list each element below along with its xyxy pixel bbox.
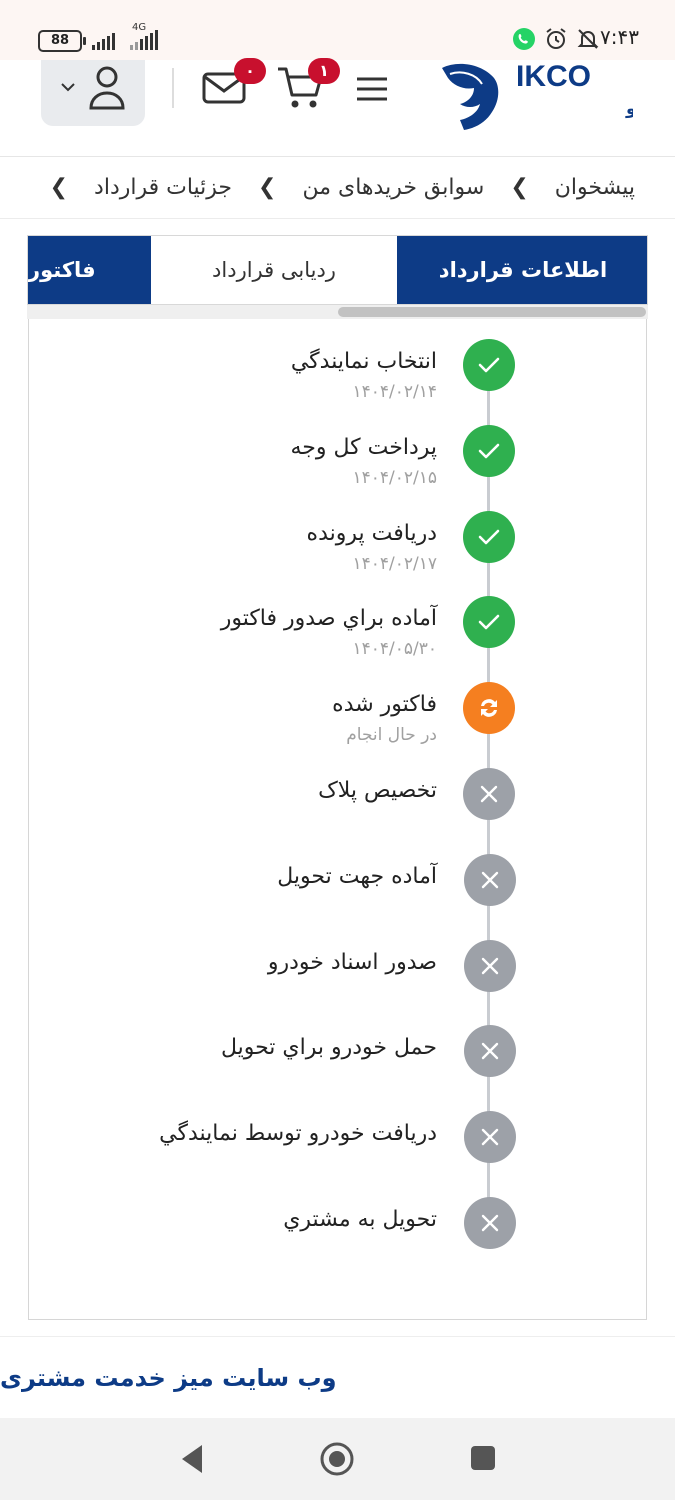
timeline-step-title: فاکتور شده <box>332 692 437 718</box>
timeline-step-title: تخصيص پلاک <box>318 778 437 803</box>
chevron-left-icon: ❯ <box>258 175 277 200</box>
timeline-step-title: تحويل به مشتري <box>283 1207 437 1232</box>
timeline-step-title: انتخاب نمايندگي <box>290 349 437 374</box>
user-icon <box>89 66 125 110</box>
timeline-step-date: ۱۴۰۴/۰۲/۱۵ <box>352 467 437 488</box>
home-nav-icon[interactable] <box>319 1441 355 1477</box>
timeline-step-title: آماده جهت تحويل <box>277 863 437 889</box>
timeline-step-date: ۱۴۰۴/۰۲/۱۷ <box>352 553 437 574</box>
customer-service-website-link[interactable]: وب سایت میز خدمت مشتری <box>0 1336 675 1418</box>
check-icon <box>463 510 515 563</box>
tabs-scrollbar[interactable] <box>27 305 648 319</box>
cart-button[interactable]: ۱ <box>276 58 340 114</box>
cart-badge: ۱ <box>308 58 340 84</box>
timeline-step: صدور اسناد خودرو <box>29 939 648 1000</box>
breadcrumb-item-contract-details[interactable]: جزئیات قرارداد <box>94 175 232 200</box>
close-icon <box>464 1111 516 1164</box>
close-icon <box>464 1197 516 1249</box>
timeline-step-title: دريافت پرونده <box>306 520 437 546</box>
chevron-down-icon <box>61 83 75 92</box>
breadcrumb: پیشخوان ❯ سوابق خریدهای من ❯ جزئیات قرار… <box>0 157 675 219</box>
signal-icon <box>92 30 115 50</box>
back-nav-icon[interactable] <box>178 1442 206 1476</box>
timeline-step: آماده براي صدور فاکتور ۱۴۰۴/۰۵/۳۰ <box>29 596 648 660</box>
menu-icon <box>357 77 387 101</box>
tab-invoice-label: فاکتور <box>28 258 96 282</box>
tracking-timeline: انتخاب نمايندگي ۱۴۰۴/۰۲/۱۴ پرداخت کل وجه ۱۴… <box>28 319 647 1320</box>
breadcrumb-item-dashboard[interactable]: پیشخوان <box>555 175 635 200</box>
logo-subtext: ایران خودرو <box>625 99 633 119</box>
check-icon <box>463 339 515 391</box>
timeline-step: تخصيص پلاک <box>29 768 648 828</box>
user-menu-button[interactable] <box>41 60 145 126</box>
timeline-step-title: آماده براي صدور فاکتور <box>220 606 437 632</box>
breadcrumb-item-purchase-history[interactable]: سوابق خریدهای من <box>302 175 484 200</box>
android-nav-bar <box>0 1418 675 1500</box>
close-icon <box>464 939 516 992</box>
site-header: ۰ ۱ IKCO ایران خودرو <box>0 58 675 157</box>
tab-contract-info[interactable]: اطلاعات قرارداد <box>399 236 647 304</box>
timeline-step: فاکتور شده در حال انجام <box>29 682 648 746</box>
battery-indicator: 88 <box>38 30 86 52</box>
ikco-horse-logo-icon: IKCO ایران خودرو <box>442 60 675 131</box>
sync-icon <box>463 682 515 735</box>
recents-nav-icon[interactable] <box>470 1445 496 1471</box>
timeline-step: آماده جهت تحويل <box>29 853 648 914</box>
timeline-step-date: ۱۴۰۴/۰۵/۳۰ <box>352 639 437 660</box>
tab-contract-tracking[interactable]: ردیابی قرارداد <box>149 236 399 304</box>
timeline-step: تحويل به مشتري <box>29 1197 648 1257</box>
timeline-step: پرداخت کل وجه ۱۴۰۴/۰۲/۱۵ <box>29 424 648 488</box>
timeline-step: دريافت پرونده ۱۴۰۴/۰۲/۱۷ <box>29 510 648 574</box>
notifications-off-icon <box>577 29 599 49</box>
network-type: 4G <box>132 22 147 33</box>
check-icon <box>463 596 515 649</box>
tab-invoice[interactable]: فاکتور <box>28 236 149 304</box>
timeline-step-title: دريافت خودرو توسط نمايندگي <box>159 1121 437 1147</box>
scrollbar-thumb[interactable] <box>338 307 646 317</box>
timeline-step: حمل خودرو براي تحويل <box>29 1025 648 1085</box>
timeline-step-title: حمل خودرو براي تحويل <box>220 1035 437 1061</box>
close-icon <box>463 768 515 820</box>
chevron-left-icon: ❯ <box>49 175 69 200</box>
signal-4g-icon: 4G <box>130 22 158 50</box>
status-bar: 88 4G ۷:۴۳ <box>0 0 675 60</box>
alarm-icon <box>546 28 566 49</box>
close-icon <box>463 853 516 906</box>
hamburger-menu-button[interactable] <box>355 76 389 106</box>
mail-badge: ۰ <box>234 58 266 84</box>
timeline-step-date: ۱۴۰۴/۰۲/۱۴ <box>352 382 437 402</box>
messages-button[interactable]: ۰ <box>200 58 266 112</box>
logo-text: IKCO <box>516 60 591 93</box>
timeline-step-status: در حال انجام <box>346 725 437 746</box>
clock: ۷:۴۳ <box>600 25 639 49</box>
check-icon <box>463 424 515 477</box>
timeline-step: انتخاب نمايندگي ۱۴۰۴/۰۲/۱۴ <box>29 339 648 402</box>
ikco-logo[interactable]: IKCO ایران خودرو <box>438 60 675 132</box>
timeline-step-title: صدور اسناد خودرو <box>267 949 437 975</box>
timeline-step-title: پرداخت کل وجه <box>290 434 437 460</box>
timeline-step: دريافت خودرو توسط نمايندگي <box>29 1111 648 1171</box>
whatsapp-icon <box>513 28 535 50</box>
chevron-left-icon: ❯ <box>510 175 529 200</box>
contract-tabs: اطلاعات قرارداد ردیابی قرارداد فاکتور <box>27 235 648 305</box>
close-icon <box>464 1025 516 1078</box>
header-divider <box>172 68 174 108</box>
